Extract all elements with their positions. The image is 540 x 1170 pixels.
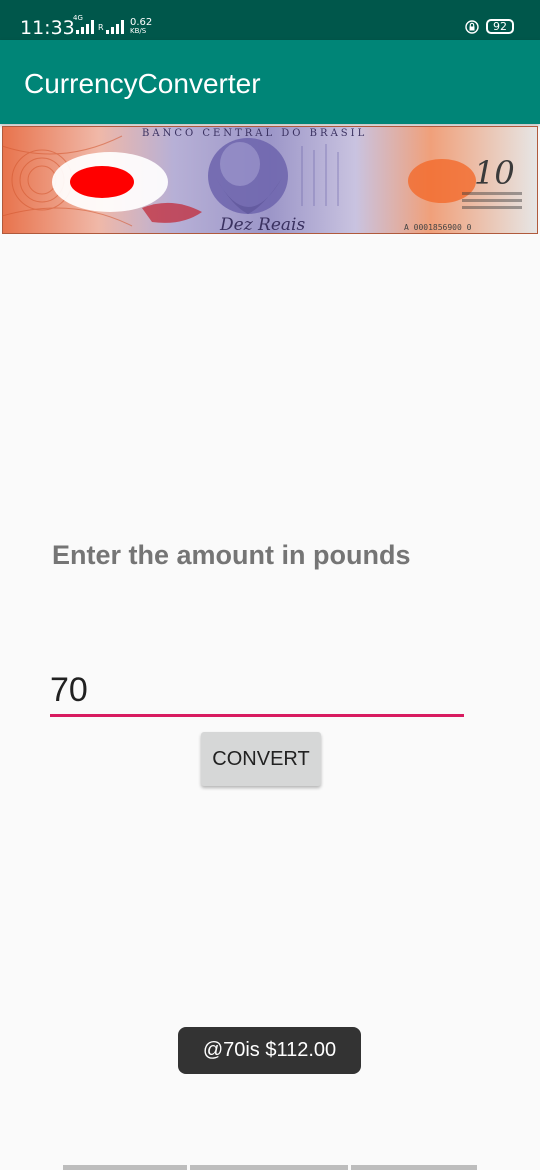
roaming-indicator: R xyxy=(98,23,104,32)
result-toast: @70is $112.00 xyxy=(178,1027,361,1074)
speed-unit: KB/S xyxy=(130,27,147,35)
status-time: 11:33 xyxy=(20,17,75,39)
banknote-value: 10 xyxy=(474,154,515,192)
battery-icon: 92 xyxy=(486,19,514,34)
signal-icon-2 xyxy=(106,20,124,34)
amount-input[interactable] xyxy=(50,666,464,717)
nav-bar-segment-3 xyxy=(351,1165,477,1170)
amount-instruction: Enter the amount in pounds xyxy=(52,540,411,570)
banknote-issuer: BANCO CENTRAL DO BRASIL xyxy=(142,128,367,139)
convert-button[interactable]: CONVERT xyxy=(201,732,321,786)
network-speed: 0.62 KB/S xyxy=(130,18,152,36)
lock-icon xyxy=(465,20,479,34)
app-title: CurrencyConverter xyxy=(24,68,261,99)
nav-bar-segment-2 xyxy=(190,1165,348,1170)
banknote-serial: A 0001856900 0 xyxy=(404,223,472,232)
portrait xyxy=(208,138,288,214)
status-bar: 11:33 4G R 0.62 KB/S 92 xyxy=(0,0,540,40)
app-bar: CurrencyConverter xyxy=(0,40,540,124)
signal-icon xyxy=(76,20,94,34)
speed-value: 0.62 xyxy=(130,17,153,28)
nav-bar-segment-1 xyxy=(63,1165,187,1170)
banknote-denomination: Dez Reais xyxy=(219,215,305,234)
banknote-banner: BANCO CENTRAL DO BRASIL 10 Dez Reais A 0… xyxy=(2,126,538,234)
